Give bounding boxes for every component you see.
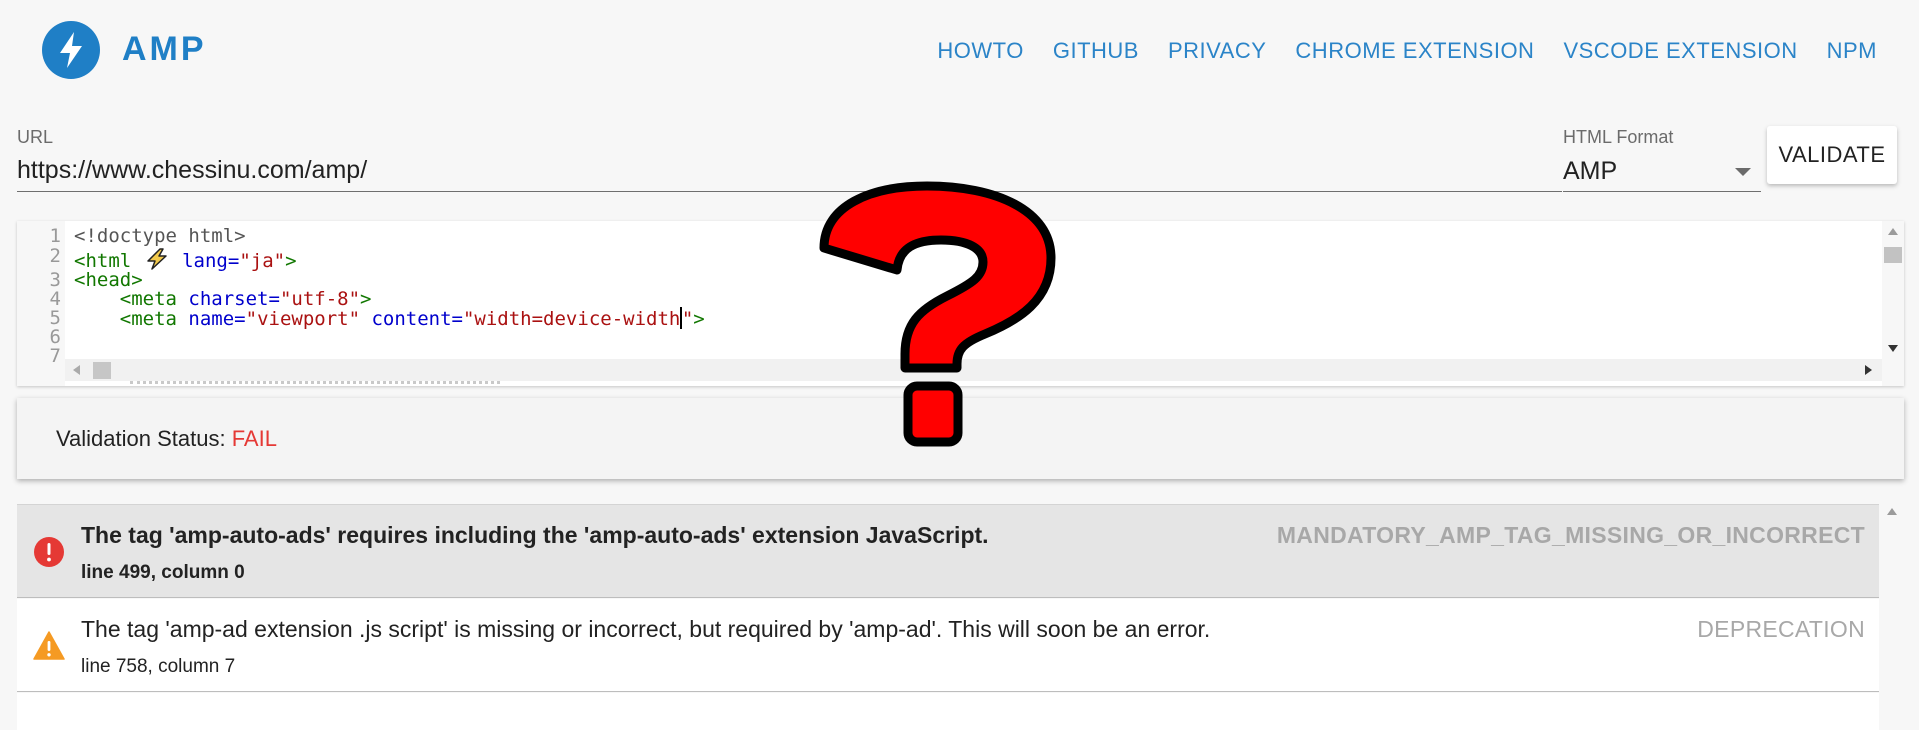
header: AMP HOWTO GITHUB PRIVACY CHROME EXTENSIO… — [0, 0, 1919, 100]
error-circle-icon — [34, 537, 64, 567]
error-list: The tag 'amp-auto-ads' requires includin… — [17, 504, 1879, 730]
error-location[interactable]: line 758, column 7 — [81, 656, 235, 678]
scroll-left-arrow-icon[interactable] — [73, 365, 80, 375]
error-row[interactable]: The tag 'amp-auto-ads' requires includin… — [17, 505, 1879, 598]
html-format-select[interactable]: AMP — [1563, 154, 1761, 192]
code-doctype: <!doctype html> — [74, 225, 246, 247]
validate-button[interactable]: VALIDATE — [1767, 126, 1897, 184]
url-label: URL — [17, 127, 54, 147]
scroll-down-arrow-icon[interactable] — [1888, 345, 1898, 352]
code-line: <!doctype html> — [74, 225, 246, 247]
nav-link-chrome-extension[interactable]: CHROME EXTENSION — [1295, 38, 1534, 64]
code-tag: > — [285, 250, 297, 272]
vertical-scroll-thumb[interactable] — [1884, 247, 1902, 263]
code-tag: <meta — [119, 308, 177, 330]
code-string: "width=device-width — [462, 308, 681, 330]
error-code: DEPRECATION — [1697, 616, 1865, 642]
lightning-bolt-icon — [146, 248, 167, 270]
lightning-bolt-icon — [60, 32, 82, 68]
validation-status-value: FAIL — [231, 426, 277, 451]
validation-status: Validation Status: FAIL — [56, 426, 277, 452]
code-string: "viewport" — [245, 308, 361, 330]
amp-logo[interactable] — [42, 21, 100, 79]
error-message: The tag 'amp-auto-ads' requires includin… — [81, 522, 989, 548]
nav-link-vscode-extension[interactable]: VSCODE EXTENSION — [1563, 38, 1797, 64]
code-line: <meta name="viewport" content="width=dev… — [74, 307, 705, 330]
url-input[interactable] — [17, 154, 1562, 186]
url-field-wrapper — [17, 154, 1562, 192]
error-list-empty-area — [17, 693, 1879, 730]
error-row[interactable]: The tag 'amp-ad extension .js script' is… — [17, 599, 1879, 692]
code-attr: content= — [371, 308, 463, 330]
vertical-scrollbar[interactable] — [1882, 221, 1904, 386]
nav-link-howto[interactable]: HOWTO — [937, 38, 1023, 64]
horizontal-scroll-thumb[interactable] — [93, 362, 111, 379]
validation-status-label: Validation Status: — [56, 426, 232, 451]
code-string: " — [681, 308, 694, 330]
error-message: The tag 'amp-ad extension .js script' is… — [81, 616, 1211, 642]
code-string: "ja" — [239, 250, 286, 272]
code-attr: lang= — [182, 250, 240, 272]
code-attr: name= — [188, 308, 246, 330]
scroll-right-arrow-icon[interactable] — [1865, 365, 1872, 375]
line-number-gutter: 1 2 3 4 5 6 7 — [17, 221, 65, 386]
nav-link-github[interactable]: GITHUB — [1053, 38, 1139, 64]
question-mark-icon — [819, 181, 1056, 447]
error-location[interactable]: line 499, column 0 — [81, 562, 245, 584]
code-tag: > — [693, 308, 705, 330]
html-format-label: HTML Format — [1563, 127, 1674, 147]
line-number: 1 — [49, 225, 61, 247]
brand-name[interactable]: AMP — [122, 30, 207, 69]
nav-link-npm[interactable]: NPM — [1827, 38, 1877, 64]
html-format-value: AMP — [1563, 157, 1618, 185]
chevron-down-icon — [1735, 168, 1751, 176]
warning-triangle-icon — [33, 631, 65, 660]
scroll-up-arrow-icon[interactable] — [1888, 228, 1898, 235]
error-list-scrollbar[interactable] — [1879, 504, 1904, 730]
error-code: MANDATORY_AMP_TAG_MISSING_OR_INCORRECT — [1276, 522, 1865, 548]
top-nav: HOWTO GITHUB PRIVACY CHROME EXTENSION VS… — [908, 38, 1877, 64]
line-number: 2 — [49, 245, 61, 267]
partially-hidden-code-line — [130, 381, 500, 386]
validator-page: AMP HOWTO GITHUB PRIVACY CHROME EXTENSIO… — [0, 0, 1919, 730]
nav-link-privacy[interactable]: PRIVACY — [1168, 38, 1266, 64]
scroll-up-arrow-icon[interactable] — [1887, 508, 1897, 515]
line-number: 7 — [49, 345, 61, 367]
